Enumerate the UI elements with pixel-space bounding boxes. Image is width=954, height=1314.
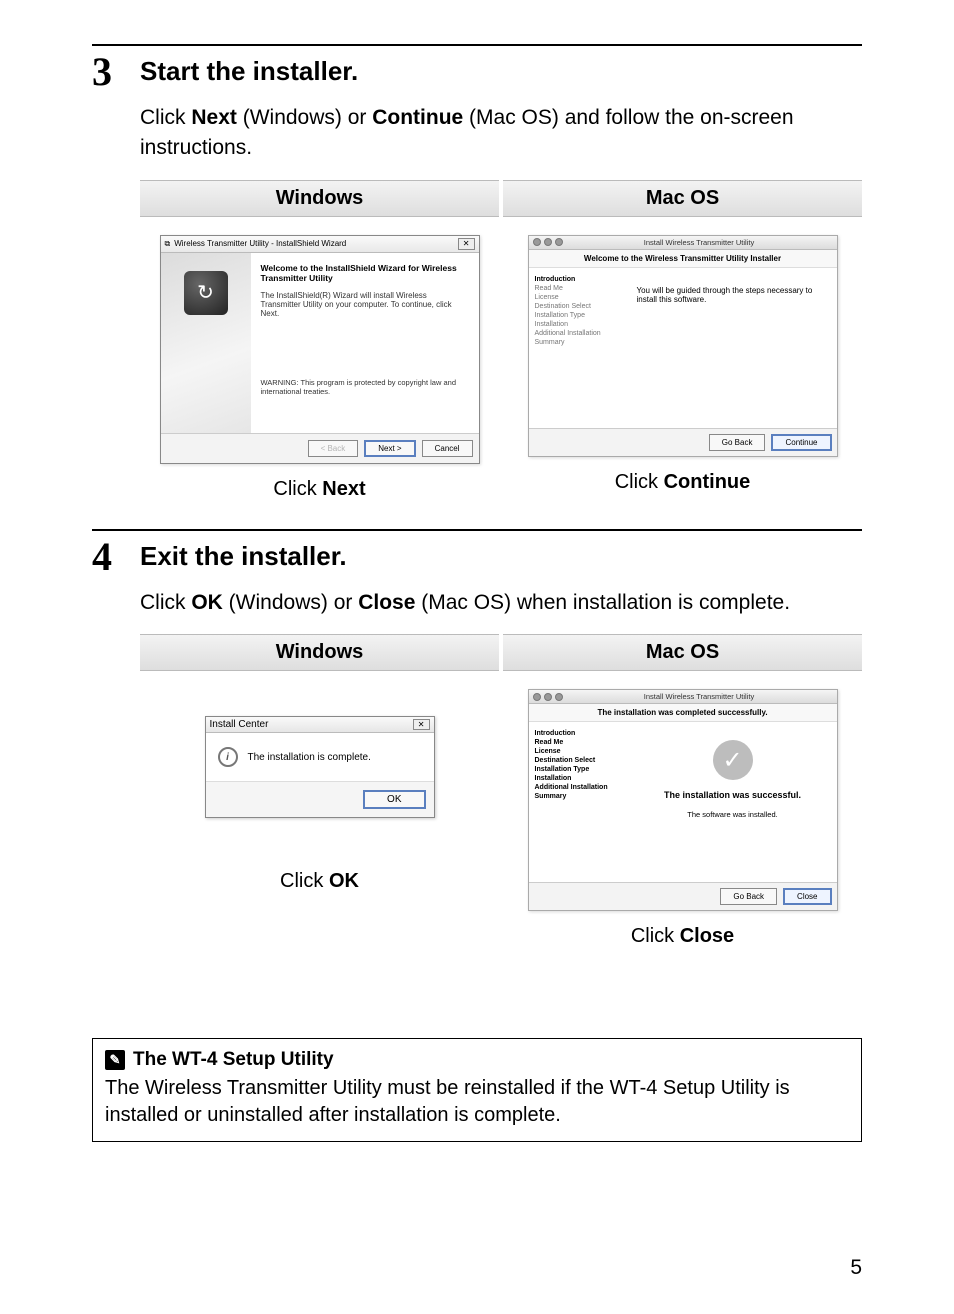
windows-column: Windows Install Center ✕ i The installat… xyxy=(140,634,499,948)
close-button[interactable]: Close xyxy=(783,888,831,905)
step-number: 4 xyxy=(92,537,122,577)
continue-button[interactable]: Continue xyxy=(771,434,831,451)
wizard-heading: Welcome to the InstallShield Wizard for … xyxy=(261,263,469,283)
keyword-ok: OK xyxy=(191,591,223,614)
sidebar-step: Read Me xyxy=(535,739,623,746)
ok-button[interactable]: OK xyxy=(363,790,425,809)
step-3: 3 Start the installer. Click Next (Windo… xyxy=(92,52,862,501)
os-header: Mac OS xyxy=(503,180,862,217)
success-subtitle: The software was installed. xyxy=(687,810,777,819)
keyword-next: Next xyxy=(322,478,365,500)
go-back-button[interactable]: Go Back xyxy=(709,434,766,451)
mac-install-complete-screenshot: Install Wireless Transmitter Utility The… xyxy=(528,689,838,911)
screenshot-caption: Click OK xyxy=(280,870,359,893)
sidebar-step: Destination Select xyxy=(535,303,623,310)
dialog-message: The installation is complete. xyxy=(248,752,371,763)
keyword-ok: OK xyxy=(329,870,359,892)
cancel-button[interactable]: Cancel xyxy=(422,440,473,457)
checkmark-icon: ✓ xyxy=(713,740,753,780)
sidebar-step: License xyxy=(535,294,623,301)
back-button[interactable]: < Back xyxy=(308,440,359,457)
sidebar-step: Additional Installation xyxy=(535,330,623,337)
step-title: Start the installer. xyxy=(140,56,862,87)
mac-installer-screenshot: Install Wireless Transmitter Utility Wel… xyxy=(528,235,838,457)
step-text: Click Next (Windows) or Continue (Mac OS… xyxy=(140,103,862,164)
window-title: Install Wireless Transmitter Utility xyxy=(566,238,833,247)
text-fragment: Click xyxy=(615,471,664,493)
keyword-close: Close xyxy=(680,925,734,947)
os-header: Windows xyxy=(140,180,499,217)
text-fragment: Click xyxy=(273,478,322,500)
keyword-continue: Continue xyxy=(372,106,463,129)
sidebar-step: Introduction xyxy=(535,730,623,737)
text-fragment: (Mac OS) when installation is complete. xyxy=(415,591,790,614)
text-fragment: Click xyxy=(140,106,191,129)
traffic-light-icon[interactable] xyxy=(544,693,552,701)
text-fragment: (Windows) or xyxy=(237,106,372,129)
step-number: 3 xyxy=(92,52,122,92)
traffic-light-icon[interactable] xyxy=(533,693,541,701)
note-box: ✎ The WT-4 Setup Utility The Wireless Tr… xyxy=(92,1038,862,1142)
sidebar-step: Summary xyxy=(535,339,623,346)
text-fragment: (Windows) or xyxy=(223,591,358,614)
sidebar-step: Installation xyxy=(535,775,623,782)
text-fragment: Click xyxy=(280,870,329,892)
note-body: The Wireless Transmitter Utility must be… xyxy=(105,1075,849,1129)
screenshot-caption: Click Close xyxy=(631,925,734,948)
sidebar-step: Destination Select xyxy=(535,757,623,764)
success-title: The installation was successful. xyxy=(664,790,801,800)
close-icon[interactable]: ✕ xyxy=(413,719,430,730)
traffic-light-icon[interactable] xyxy=(555,693,563,701)
step-4: 4 Exit the installer. Click OK (Windows)… xyxy=(92,537,862,948)
window-icon: ⧉ xyxy=(165,239,171,249)
go-back-button[interactable]: Go Back xyxy=(720,888,777,905)
close-icon[interactable]: ✕ xyxy=(458,238,475,250)
sidebar-step: Additional Installation xyxy=(535,784,623,791)
installer-paragraph: You will be guided through the steps nec… xyxy=(637,286,829,304)
text-fragment: Click xyxy=(140,591,191,614)
installer-sidebar: Introduction Read Me License Destination… xyxy=(529,268,629,428)
sidebar-step: Installation xyxy=(535,321,623,328)
installer-sidebar: Introduction Read Me License Destination… xyxy=(529,722,629,882)
page-number: 5 xyxy=(850,1256,862,1280)
os-header: Mac OS xyxy=(503,634,862,671)
next-button[interactable]: Next > xyxy=(364,440,415,457)
os-header: Windows xyxy=(140,634,499,671)
info-icon: i xyxy=(218,747,238,767)
mac-column: Mac OS Install Wireless Transmitter Util… xyxy=(503,634,862,948)
wizard-paragraph: The InstallShield(R) Wizard will install… xyxy=(261,291,469,318)
note-title: The WT-4 Setup Utility xyxy=(133,1049,334,1071)
sidebar-step: License xyxy=(535,748,623,755)
keyword-continue: Continue xyxy=(664,471,751,493)
keyword-close: Close xyxy=(358,591,415,614)
window-title: Install Wireless Transmitter Utility xyxy=(566,692,833,701)
installer-heading: Welcome to the Wireless Transmitter Util… xyxy=(529,250,837,268)
dialog-title: Install Center xyxy=(210,719,269,730)
keyword-next: Next xyxy=(191,106,237,129)
traffic-light-icon[interactable] xyxy=(544,238,552,246)
screenshot-row: Windows Install Center ✕ i The installat… xyxy=(140,634,862,948)
screenshot-row: Windows ⧉ Wireless Transmitter Utility -… xyxy=(140,180,862,501)
pencil-icon: ✎ xyxy=(105,1050,125,1070)
windows-install-complete-screenshot: Install Center ✕ i The installation is c… xyxy=(205,716,435,818)
sidebar-step: Installation Type xyxy=(535,312,623,319)
sidebar-step: Introduction xyxy=(535,276,623,283)
window-title: Wireless Transmitter Utility - InstallSh… xyxy=(174,239,346,248)
windows-column: Windows ⧉ Wireless Transmitter Utility -… xyxy=(140,180,499,501)
wizard-warning: WARNING: This program is protected by co… xyxy=(261,378,469,396)
screenshot-caption: Click Next xyxy=(273,478,365,501)
mac-column: Mac OS Install Wireless Transmitter Util… xyxy=(503,180,862,501)
installer-logo-icon: ↻ xyxy=(184,271,228,315)
installer-heading: The installation was completed successfu… xyxy=(529,704,837,722)
traffic-light-icon[interactable] xyxy=(533,238,541,246)
windows-installshield-screenshot: ⧉ Wireless Transmitter Utility - Install… xyxy=(160,235,480,464)
sidebar-step: Installation Type xyxy=(535,766,623,773)
step-text: Click OK (Windows) or Close (Mac OS) whe… xyxy=(140,588,862,618)
sidebar-step: Summary xyxy=(535,793,623,800)
screenshot-caption: Click Continue xyxy=(615,471,751,494)
text-fragment: Click xyxy=(631,925,680,947)
step-title: Exit the installer. xyxy=(140,541,862,572)
traffic-light-icon[interactable] xyxy=(555,238,563,246)
sidebar-step: Read Me xyxy=(535,285,623,292)
